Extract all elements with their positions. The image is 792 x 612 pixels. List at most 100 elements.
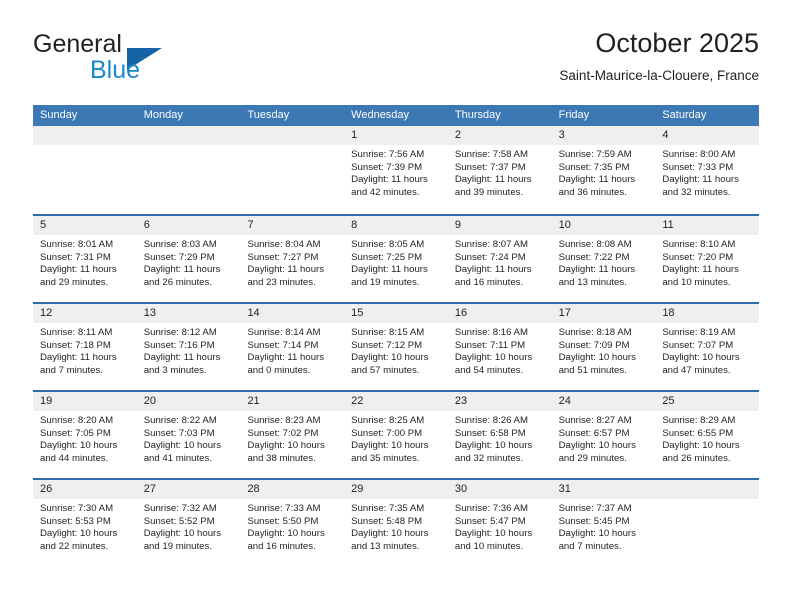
day-sun-info: Sunrise: 8:04 AM Sunset: 7:27 PM Daylight:… (240, 235, 344, 289)
sunrise-text: Sunrise: 8:10 AM (662, 239, 736, 250)
day-cell[interactable]: 29 Sunrise: 7:35 AM Sunset: 5:48 PM Dayligh… (344, 480, 448, 566)
day-cell-empty (136, 126, 241, 214)
day-cell[interactable]: 31 Sunrise: 7:37 AM Sunset: 5:45 PM Dayligh… (551, 480, 656, 566)
page-title: October 2025 (595, 28, 759, 58)
day-number: 31 (551, 480, 656, 499)
sunset-text: Sunset: 5:47 PM (454, 515, 526, 527)
page-header: General Blue October 2025 Saint-Maurice-… (33, 26, 759, 96)
daylight-text-line1: Daylight: 10 hours (558, 528, 636, 540)
daylight-text-line1: Daylight: 10 hours (351, 440, 429, 452)
day-number (33, 126, 137, 145)
sunset-text: Sunset: 5:50 PM (247, 515, 319, 527)
day-sun-info: Sunrise: 8:25 AM Sunset: 7:00 PM Daylight:… (344, 411, 448, 465)
daylight-text-line1: Daylight: 10 hours (351, 528, 429, 540)
day-cell[interactable]: 24 Sunrise: 8:27 AM Sunset: 6:57 PM Dayligh… (551, 392, 656, 478)
daylight-text-line1: Daylight: 10 hours (143, 440, 222, 452)
day-cell[interactable]: 22 Sunrise: 8:25 AM Sunset: 7:00 PM Dayligh… (344, 392, 448, 478)
day-cell[interactable]: 9 Sunrise: 8:07 AM Sunset: 7:24 PM Daylight… (447, 216, 552, 302)
day-sun-info: Sunrise: 7:56 AM Sunset: 7:39 PM Daylight:… (344, 145, 448, 199)
sunrise-text: Sunrise: 8:16 AM (454, 327, 528, 338)
day-number: 5 (33, 216, 137, 235)
daylight-text-line2: and 13 minutes. (558, 276, 627, 288)
sunrise-text: Sunrise: 8:26 AM (454, 415, 528, 426)
brand-name-blue: Blue (90, 56, 141, 84)
day-cell[interactable]: 20 Sunrise: 8:22 AM Sunset: 7:03 PM Dayligh… (136, 392, 241, 478)
weekday-header-saturday: Saturday (662, 109, 707, 121)
sunrise-text: Sunrise: 7:37 AM (558, 503, 632, 514)
sunset-text: Sunset: 7:37 PM (454, 161, 526, 173)
day-sun-info: Sunrise: 8:12 AM Sunset: 7:16 PM Daylight:… (137, 323, 241, 377)
sunrise-text: Sunrise: 8:11 AM (40, 327, 113, 338)
day-sun-info: Sunrise: 8:16 AM Sunset: 7:11 PM Daylight:… (448, 323, 552, 377)
day-cell[interactable]: 7 Sunrise: 8:04 AM Sunset: 7:27 PM Daylight… (240, 216, 345, 302)
day-cell[interactable]: 27 Sunrise: 7:32 AM Sunset: 5:52 PM Dayligh… (136, 480, 241, 566)
sunrise-text: Sunrise: 8:00 AM (662, 149, 736, 160)
day-sun-info: Sunrise: 8:23 AM Sunset: 7:02 PM Daylight:… (240, 411, 344, 465)
sunrise-text: Sunrise: 8:15 AM (351, 327, 425, 338)
day-sun-info: Sunrise: 7:33 AM Sunset: 5:50 PM Daylight:… (240, 499, 344, 553)
day-number: 16 (447, 304, 552, 323)
daylight-text-line2: and 22 minutes. (40, 540, 109, 552)
sunrise-text: Sunrise: 7:35 AM (351, 503, 425, 514)
day-number: 25 (655, 392, 760, 411)
sunrise-text: Sunrise: 7:30 AM (40, 503, 114, 514)
daylight-text-line2: and 44 minutes. (40, 452, 109, 464)
weekday-header-sunday: Sunday (40, 109, 78, 121)
daylight-text-line1: Daylight: 11 hours (662, 174, 739, 186)
sunrise-text: Sunrise: 8:27 AM (558, 415, 632, 426)
brand-logo[interactable]: General Blue (33, 30, 223, 86)
sunset-text: Sunset: 6:55 PM (662, 427, 734, 439)
day-sun-info: Sunrise: 8:20 AM Sunset: 7:05 PM Daylight:… (33, 411, 137, 465)
calendar-weeks: 1 Sunrise: 7:56 AM Sunset: 7:39 PM Daylight… (33, 126, 760, 566)
day-cell[interactable]: 3 Sunrise: 7:59 AM Sunset: 7:35 PM Daylight… (551, 126, 656, 214)
daylight-text-line1: Daylight: 10 hours (662, 440, 740, 452)
day-cell[interactable]: 21 Sunrise: 8:23 AM Sunset: 7:02 PM Dayligh… (240, 392, 345, 478)
day-cell[interactable]: 5 Sunrise: 8:01 AM Sunset: 7:31 PM Daylight… (33, 216, 137, 302)
day-cell[interactable]: 1 Sunrise: 7:56 AM Sunset: 7:39 PM Daylight… (344, 126, 448, 214)
sunrise-text: Sunrise: 8:03 AM (143, 239, 217, 250)
day-cell[interactable]: 23 Sunrise: 8:26 AM Sunset: 6:58 PM Dayligh… (447, 392, 552, 478)
sunrise-text: Sunrise: 8:25 AM (351, 415, 425, 426)
day-cell[interactable]: 2 Sunrise: 7:58 AM Sunset: 7:37 PM Daylight… (447, 126, 552, 214)
sunrise-text: Sunrise: 8:05 AM (351, 239, 425, 250)
day-number: 17 (551, 304, 656, 323)
day-sun-info: Sunrise: 7:36 AM Sunset: 5:47 PM Daylight:… (448, 499, 552, 553)
day-cell[interactable]: 14 Sunrise: 8:14 AM Sunset: 7:14 PM Dayligh… (240, 304, 345, 390)
day-sun-info: Sunrise: 7:37 AM Sunset: 5:45 PM Daylight:… (552, 499, 656, 553)
daylight-text-line2: and 32 minutes. (454, 452, 524, 464)
day-cell[interactable]: 6 Sunrise: 8:03 AM Sunset: 7:29 PM Daylight… (136, 216, 241, 302)
sunset-text: Sunset: 7:00 PM (351, 427, 423, 439)
calendar-page: General Blue October 2025 Saint-Maurice-… (0, 0, 792, 612)
day-cell[interactable]: 26 Sunrise: 7:30 AM Sunset: 5:53 PM Dayligh… (33, 480, 137, 566)
sunset-text: Sunset: 5:48 PM (351, 515, 423, 527)
sunset-text: Sunset: 7:14 PM (247, 339, 319, 351)
day-cell[interactable]: 11 Sunrise: 8:10 AM Sunset: 7:20 PM Dayligh… (655, 216, 760, 302)
day-cell[interactable]: 18 Sunrise: 8:19 AM Sunset: 7:07 PM Dayligh… (655, 304, 760, 390)
sunrise-text: Sunrise: 8:01 AM (40, 239, 114, 250)
day-cell[interactable]: 10 Sunrise: 8:08 AM Sunset: 7:22 PM Dayligh… (551, 216, 656, 302)
day-number: 14 (240, 304, 345, 323)
sunset-text: Sunset: 7:39 PM (351, 161, 423, 173)
day-cell[interactable]: 16 Sunrise: 8:16 AM Sunset: 7:11 PM Dayligh… (447, 304, 552, 390)
day-cell[interactable]: 8 Sunrise: 8:05 AM Sunset: 7:25 PM Daylight… (344, 216, 448, 302)
day-cell[interactable]: 13 Sunrise: 8:12 AM Sunset: 7:16 PM Dayligh… (136, 304, 241, 390)
daylight-text-line2: and 16 minutes. (247, 540, 316, 552)
sunset-text: Sunset: 7:24 PM (454, 251, 526, 263)
day-cell[interactable]: 30 Sunrise: 7:36 AM Sunset: 5:47 PM Dayligh… (447, 480, 552, 566)
day-cell[interactable]: 28 Sunrise: 7:33 AM Sunset: 5:50 PM Dayligh… (240, 480, 345, 566)
day-cell[interactable]: 4 Sunrise: 8:00 AM Sunset: 7:33 PM Daylight… (655, 126, 760, 214)
day-number (655, 480, 760, 499)
day-cell[interactable]: 19 Sunrise: 8:20 AM Sunset: 7:05 PM Dayligh… (33, 392, 137, 478)
calendar-week-row: 19 Sunrise: 8:20 AM Sunset: 7:05 PM Dayligh… (33, 390, 760, 478)
day-cell[interactable]: 17 Sunrise: 8:18 AM Sunset: 7:09 PM Dayligh… (551, 304, 656, 390)
day-number (240, 126, 345, 145)
calendar-week-row: 26 Sunrise: 7:30 AM Sunset: 5:53 PM Dayligh… (33, 478, 760, 566)
day-sun-info: Sunrise: 7:35 AM Sunset: 5:48 PM Daylight:… (344, 499, 448, 553)
day-cell[interactable]: 15 Sunrise: 8:15 AM Sunset: 7:12 PM Dayligh… (344, 304, 448, 390)
day-cell[interactable]: 25 Sunrise: 8:29 AM Sunset: 6:55 PM Dayligh… (655, 392, 760, 478)
day-sun-info: Sunrise: 8:05 AM Sunset: 7:25 PM Daylight:… (344, 235, 448, 289)
day-number: 2 (447, 126, 552, 145)
day-number: 22 (344, 392, 448, 411)
day-cell[interactable]: 12 Sunrise: 8:11 AM Sunset: 7:18 PM Dayligh… (33, 304, 137, 390)
sunrise-text: Sunrise: 8:29 AM (662, 415, 736, 426)
